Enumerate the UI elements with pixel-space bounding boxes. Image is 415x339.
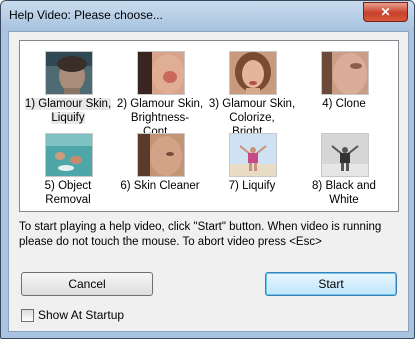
video-item-object-removal[interactable]: 5) Object Removal bbox=[24, 127, 112, 211]
woman-beach-thumbnail-icon bbox=[229, 133, 277, 177]
close-icon: ✕ bbox=[380, 5, 391, 19]
face-skin-thumbnail-icon bbox=[321, 51, 369, 95]
cheek-skin-thumbnail-icon bbox=[137, 51, 185, 95]
video-item-clone[interactable]: 4) Clone bbox=[300, 45, 388, 129]
video-item-skin-cleaner[interactable]: 6) Skin Cleaner bbox=[116, 127, 204, 211]
portrait-mosaic-thumbnail-icon bbox=[45, 51, 93, 95]
instructions-text: To start playing a help video, click "St… bbox=[19, 221, 382, 248]
dialog-content: 1) Glamour Skin, Liquify 2) Glamour Skin… bbox=[8, 31, 409, 332]
title-bar[interactable]: Help Video: Please choose... ✕ bbox=[1, 1, 414, 31]
video-label: 5) Object Removal bbox=[44, 180, 92, 206]
skin-closeup-thumbnail-icon bbox=[137, 133, 185, 177]
help-video-dialog: Help Video: Please choose... ✕ 1) Glamou… bbox=[0, 0, 415, 339]
show-at-startup-checkbox[interactable] bbox=[21, 308, 34, 322]
window-title: Help Video: Please choose... bbox=[9, 8, 163, 22]
video-item-liquify[interactable]: 7) Liquify bbox=[208, 127, 296, 211]
video-list: 1) Glamour Skin, Liquify 2) Glamour Skin… bbox=[19, 40, 399, 212]
video-label: 8) Black and White bbox=[312, 180, 376, 206]
video-item-black-white[interactable]: 8) Black and White bbox=[300, 127, 388, 211]
video-label: 4) Clone bbox=[322, 98, 366, 110]
woman-portrait-thumbnail-icon bbox=[229, 51, 277, 95]
start-button[interactable]: Start bbox=[265, 272, 397, 296]
video-label: 1) Glamour Skin, Liquify bbox=[24, 98, 112, 124]
video-label: 6) Skin Cleaner bbox=[120, 180, 200, 192]
show-at-startup-option[interactable]: Show At Startup bbox=[21, 308, 124, 322]
close-button[interactable]: ✕ bbox=[363, 2, 408, 22]
show-at-startup-label: Show At Startup bbox=[38, 308, 125, 322]
video-item-glamour-liquify[interactable]: 1) Glamour Skin, Liquify bbox=[24, 45, 112, 129]
video-item-glamour-colorize[interactable]: 3) Glamour Skin, Colorize, Bright... bbox=[208, 45, 296, 138]
woman-beach-bw-thumbnail-icon bbox=[321, 133, 369, 177]
video-item-glamour-brightness[interactable]: 2) Glamour Skin, Brightness-Cont... bbox=[116, 45, 204, 138]
swimmers-thumbnail-icon bbox=[45, 133, 93, 177]
cancel-button[interactable]: Cancel bbox=[21, 272, 153, 296]
video-label: 7) Liquify bbox=[228, 180, 276, 192]
